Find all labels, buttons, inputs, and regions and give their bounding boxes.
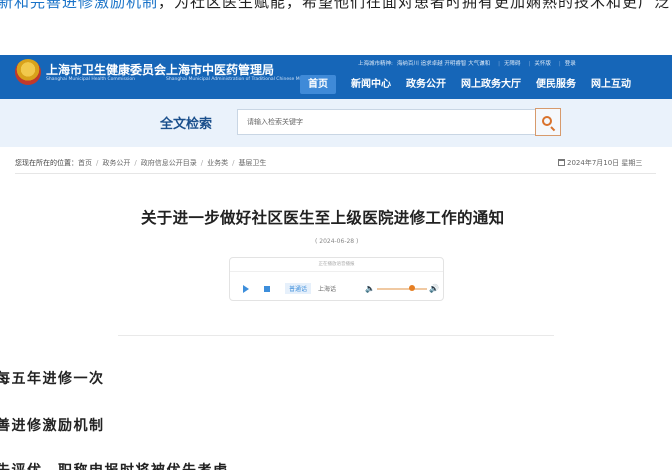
volume-high-icon: 🔊 xyxy=(429,284,439,293)
main-nav: 首页 新闻中心 政务公开 网上政务大厅 便民服务 网上互动 xyxy=(300,75,646,97)
article-fragment: 每五年进修一次 xyxy=(0,371,105,387)
search-input[interactable]: 请输入检索关键字 xyxy=(237,109,536,135)
volume-slider[interactable] xyxy=(377,288,427,290)
search-title: 全文检索 xyxy=(160,117,213,132)
breadcrumb-lead: 您现在所在的位置： xyxy=(15,159,78,167)
breadcrumb-item-primary-care[interactable]: 基层卫生 xyxy=(238,159,266,167)
content-divider xyxy=(118,334,554,336)
article-top-link[interactable]: 新和完善进修激励机制 xyxy=(0,0,158,11)
accessible-link[interactable]: 无障碍 xyxy=(504,61,521,67)
city-spirit-label: 上海城市精神: xyxy=(358,61,393,67)
audio-player: 正在播放语音播报 普通话 上海话 🔈 🔊 xyxy=(229,257,444,301)
nav-public-services[interactable]: 便民服务 xyxy=(536,75,576,94)
player-header: 正在播放语音播报 xyxy=(318,262,355,267)
nav-online-services[interactable]: 网上政务大厅 xyxy=(461,75,521,94)
city-spirit-text: 海纳百川 追求卓越 开明睿智 大气谦和 xyxy=(396,61,491,67)
care-mode-link[interactable]: 关怀版 xyxy=(534,61,551,67)
logo-tcm-bureau[interactable]: 上海市中医药管理局 xyxy=(166,61,274,78)
voice-mandarin-button[interactable]: 普通话 xyxy=(285,283,312,294)
article-top-text: 新和完善进修激励机制，为社区医生赋能，希望他们在面对患者时拥有更加娴熟的技术和更… xyxy=(0,0,670,12)
breadcrumb-item-business[interactable]: 业务类 xyxy=(207,159,228,167)
login-link[interactable]: 登录 xyxy=(565,61,576,67)
nav-interaction[interactable]: 网上互动 xyxy=(591,75,631,94)
article-fragment: 先评优、职称申报时将被优先考虑 xyxy=(0,460,229,470)
stop-icon[interactable] xyxy=(264,286,270,292)
current-date: 2024年7月10日 星期三 xyxy=(558,158,642,168)
article-date: ( 2024-06-28 ) xyxy=(315,238,359,245)
nav-gov-info[interactable]: 政务公开 xyxy=(406,75,446,94)
logo-health-commission-en: Shanghai Municipal Health Commission xyxy=(46,77,135,82)
nav-news[interactable]: 新闻中心 xyxy=(351,75,391,94)
breadcrumb-item-home[interactable]: 首页 xyxy=(78,159,92,167)
logo-health-commission[interactable]: 上海市卫生健康委员会 xyxy=(46,61,166,78)
article-title: 关于进一步做好社区医生至上级医院进修工作的通知 xyxy=(141,209,505,227)
emblem-icon[interactable] xyxy=(15,59,41,85)
current-date-text: 2024年7月10日 星期三 xyxy=(567,159,643,167)
article-top-tail: ，为社区医生赋能，希望他们在面对患者时拥有更加娴熟的技术和更广泛 xyxy=(158,0,671,11)
search-button[interactable] xyxy=(535,108,561,136)
search-band: 全文检索 请输入检索关键字 xyxy=(0,99,672,147)
search-icon xyxy=(542,116,552,126)
volume-low-icon: 🔈 xyxy=(365,284,375,293)
play-icon[interactable] xyxy=(243,285,249,293)
voice-shanghainese-button[interactable]: 上海话 xyxy=(316,283,338,294)
calendar-icon xyxy=(558,159,565,166)
volume-knob[interactable] xyxy=(409,285,415,291)
nav-home[interactable]: 首页 xyxy=(300,75,336,94)
article-fragment: 善进修激励机制 xyxy=(0,418,105,434)
breadcrumb-item-catalog[interactable]: 政府信息公开目录 xyxy=(141,159,197,167)
breadcrumb: 您现在所在的位置：首页 / 政务公开 / 政府信息公开目录 / 业务类 / 基层卫生 xyxy=(15,159,267,167)
utility-bar: 上海城市精神: 海纳百川 追求卓越 开明睿智 大气谦和 | 无障碍 | 关怀版 | 登录 xyxy=(358,61,576,67)
logo-tcm-bureau-en: Shanghai Municipal Administration of Tra… xyxy=(166,77,316,82)
divider xyxy=(15,173,656,174)
breadcrumb-item-gov[interactable]: 政务公开 xyxy=(102,159,130,167)
site-header: 上海市卫生健康委员会 Shanghai Municipal Health Com… xyxy=(0,55,672,99)
article-top-strip: 新和完善进修激励机制，为社区医生赋能，希望他们在面对患者时拥有更加娴熟的技术和更… xyxy=(0,0,672,14)
